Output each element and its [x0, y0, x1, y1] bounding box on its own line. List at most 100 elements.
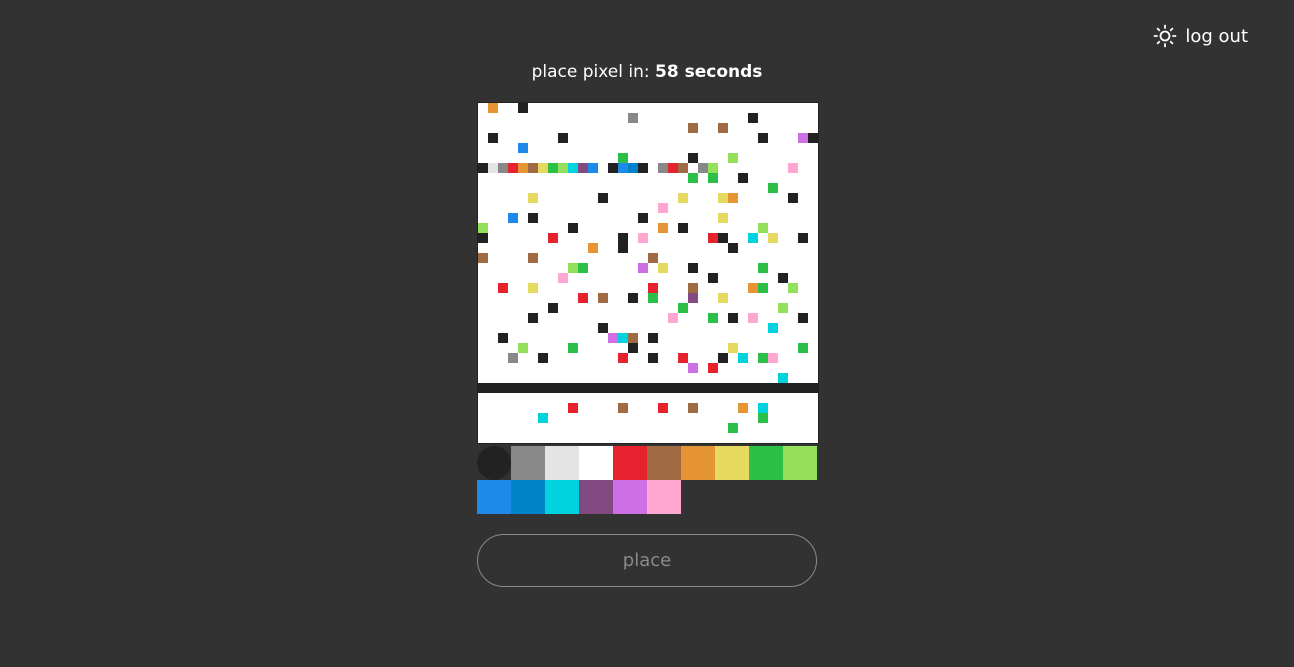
pixel [648, 333, 658, 343]
pixel [768, 183, 778, 193]
pixel [728, 313, 738, 323]
pixel [758, 353, 768, 363]
pixel [718, 193, 728, 203]
pixel [628, 293, 638, 303]
pixel [768, 353, 778, 363]
sun-icon[interactable] [1153, 24, 1177, 48]
pixel [528, 193, 538, 203]
pixel [578, 163, 588, 173]
pixel [508, 213, 518, 223]
pixel [558, 273, 568, 283]
color-swatch[interactable] [647, 446, 681, 480]
color-swatch[interactable] [681, 446, 715, 480]
pixel [678, 193, 688, 203]
pixel [738, 173, 748, 183]
pixel [618, 233, 628, 243]
pixel [778, 373, 788, 383]
pixel [618, 403, 628, 413]
pixel [528, 313, 538, 323]
color-swatch[interactable] [477, 446, 511, 480]
pixel [708, 363, 718, 373]
pixel [748, 283, 758, 293]
color-swatch[interactable] [579, 480, 613, 514]
pixel [788, 193, 798, 203]
pixel [648, 253, 658, 263]
pixel [608, 163, 618, 173]
pixel [678, 223, 688, 233]
pixel [658, 403, 668, 413]
color-swatch[interactable] [477, 480, 511, 514]
pixel [798, 343, 808, 353]
pixel [648, 353, 658, 363]
pixel [758, 413, 768, 423]
pixel [688, 363, 698, 373]
pixel [478, 163, 488, 173]
pixel [708, 173, 718, 183]
color-swatch[interactable] [511, 480, 545, 514]
pixel [718, 233, 728, 243]
pixel [488, 133, 498, 143]
pixel [778, 303, 788, 313]
pixel [698, 163, 708, 173]
pixel [718, 123, 728, 133]
pixel [728, 193, 738, 203]
pixel [498, 333, 508, 343]
pixel [578, 263, 588, 273]
place-button[interactable]: place [477, 534, 817, 587]
pixel [678, 303, 688, 313]
pixel [748, 313, 758, 323]
pixel [518, 163, 528, 173]
pixel [598, 193, 608, 203]
logout-link[interactable]: log out [1185, 26, 1248, 47]
pixel [638, 213, 648, 223]
color-swatch[interactable] [783, 446, 817, 480]
pixel [718, 353, 728, 363]
pixel [508, 353, 518, 363]
color-swatch[interactable] [545, 480, 579, 514]
color-swatch[interactable] [545, 446, 579, 480]
color-swatch[interactable] [749, 446, 783, 480]
pixel-canvas[interactable] [477, 102, 819, 444]
pixel [758, 223, 768, 233]
pixel [598, 323, 608, 333]
pixel [738, 403, 748, 413]
pixel [688, 173, 698, 183]
pixel [788, 163, 798, 173]
pixel [498, 283, 508, 293]
color-swatch[interactable] [613, 446, 647, 480]
pixel [738, 353, 748, 363]
pixel [508, 163, 518, 173]
pixel [638, 163, 648, 173]
pixel [798, 313, 808, 323]
pixel [618, 163, 628, 173]
pixel [768, 323, 778, 333]
color-swatch[interactable] [613, 480, 647, 514]
pixel [688, 153, 698, 163]
color-swatch[interactable] [715, 446, 749, 480]
pixel [598, 293, 608, 303]
pixel [728, 423, 738, 433]
pixel [728, 343, 738, 353]
color-swatch[interactable] [579, 446, 613, 480]
pixel [498, 163, 508, 173]
color-palette [477, 446, 817, 514]
pixel [718, 213, 728, 223]
pixel [648, 283, 658, 293]
pixel [578, 293, 588, 303]
pixel [678, 163, 688, 173]
pixel [588, 243, 598, 253]
pixel [478, 223, 488, 233]
pixel [748, 113, 758, 123]
pixel [548, 303, 558, 313]
pixel [538, 163, 548, 173]
pixel [708, 273, 718, 283]
pixel [688, 123, 698, 133]
pixel [538, 353, 548, 363]
color-swatch[interactable] [647, 480, 681, 514]
pixel [708, 233, 718, 243]
pixel [568, 223, 578, 233]
pixel [768, 233, 778, 243]
color-swatch[interactable] [511, 446, 545, 480]
pixel [688, 293, 698, 303]
pixel [518, 103, 528, 113]
